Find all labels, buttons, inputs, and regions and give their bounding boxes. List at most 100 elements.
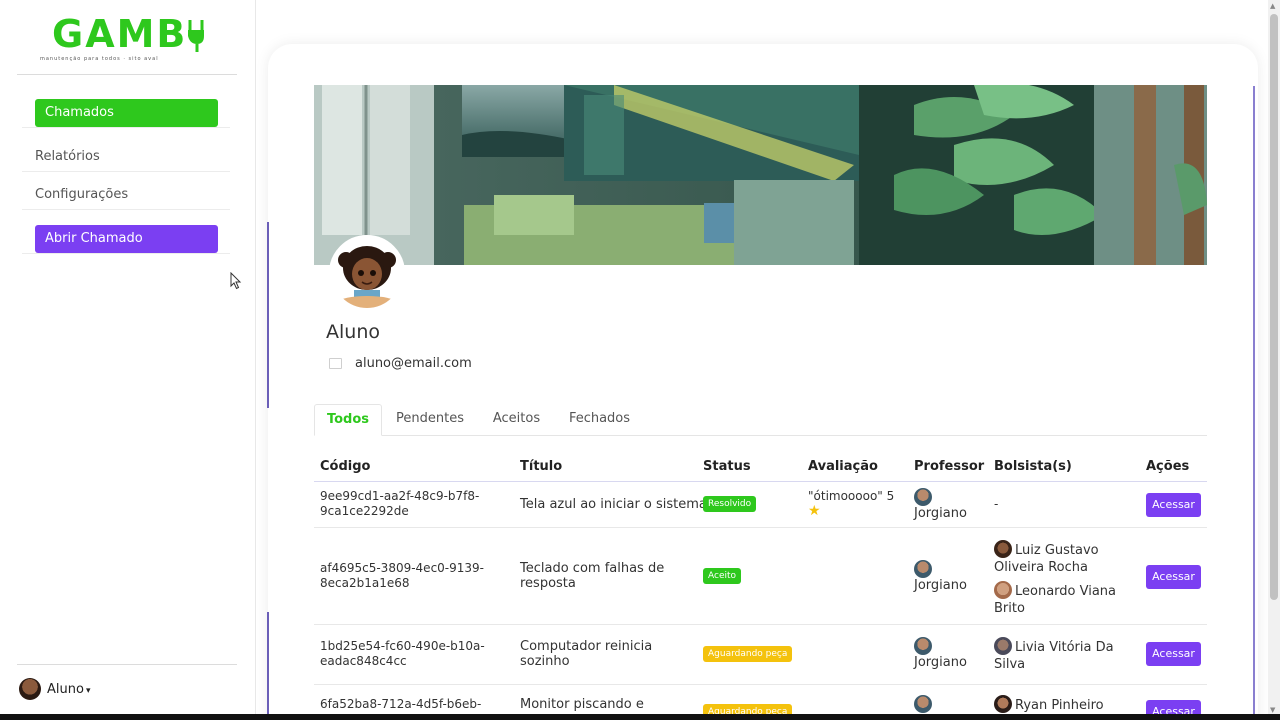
tab-aceitos[interactable]: Aceitos: [484, 404, 549, 436]
tab-pendentes[interactable]: Pendentes: [390, 404, 470, 436]
acessar-button[interactable]: Acessar: [1146, 642, 1201, 666]
sidebar-item-relatorios[interactable]: Relatórios: [22, 134, 230, 172]
title-line: sozinho: [520, 654, 570, 669]
acessar-button[interactable]: Acessar: [1146, 565, 1201, 589]
bolsista-name: Luiz Gustavo: [1015, 543, 1099, 558]
profile-avatar: [329, 235, 405, 311]
ticket-code: 6fa52ba8-712a-4d5f-b6eb-: [320, 697, 482, 711]
scroll-up-icon[interactable]: ▲: [1270, 2, 1275, 10]
ticket-code: 9ee99cd1-aa2f-48c9-b7f8- 9ca1ce2292de: [320, 489, 479, 519]
bolsista-name: Brito: [994, 601, 1025, 616]
divider: [17, 74, 237, 75]
status-badge: Resolvido: [703, 496, 757, 512]
profile-banner: [314, 85, 1207, 265]
sidebar-item-configuracoes[interactable]: Configurações: [22, 172, 230, 210]
mouse-cursor-icon: [230, 272, 242, 290]
star-icon: ★: [808, 503, 821, 519]
avatar: [994, 581, 1012, 599]
configuracoes-link[interactable]: Configurações: [35, 187, 128, 202]
avatar: [914, 637, 932, 655]
bolsista: Livia Vitória Da: [994, 637, 1114, 656]
col-professor: Professor: [914, 459, 985, 474]
status-badge: Aceito: [703, 568, 742, 584]
bolsista-name: Leonardo Viana: [1015, 584, 1117, 599]
professor: [914, 695, 935, 713]
bottom-edge: [0, 714, 1280, 720]
relatorios-link[interactable]: Relatórios: [35, 149, 100, 164]
sidebar: GAMB manutenção para todos · sito aval C…: [0, 0, 256, 720]
code-line: 1bd25e54-fc60-490e-b10a-: [320, 639, 485, 653]
rating-text: "ótimooooo" 5: [808, 489, 895, 503]
tab-fechados[interactable]: Fechados: [562, 404, 637, 436]
code-line: eadac848c4cc: [320, 654, 407, 668]
scroll-down-icon[interactable]: ▼: [1270, 706, 1275, 714]
professor: Jorgiano: [914, 637, 967, 670]
profile-email: aluno@email.com: [355, 356, 472, 371]
table-row: af4695c5-3809-4ec0-9139- 8eca2b1a1e68 Te…: [314, 528, 1207, 625]
acessar-button[interactable]: Acessar: [1146, 493, 1201, 517]
plug-icon: [188, 20, 204, 52]
mail-icon: [329, 358, 342, 369]
col-acoes: Ações: [1146, 459, 1190, 474]
professor: Jorgiano: [914, 488, 967, 521]
table-header: Código Título Status Avaliação Professor…: [314, 454, 1207, 482]
col-status: Status: [703, 459, 751, 474]
logo-text: GAMB: [52, 12, 188, 56]
decorative-line: [267, 222, 269, 408]
title-line: Teclado com falhas de: [520, 561, 665, 576]
ticket-title: Monitor piscando e: [520, 697, 644, 712]
title-line: resposta: [520, 576, 576, 591]
code-line: af4695c5-3809-4ec0-9139-: [320, 561, 484, 575]
professor: Jorgiano: [914, 560, 967, 593]
avatar: [19, 678, 41, 700]
table-row: 9ee99cd1-aa2f-48c9-b7f8- 9ca1ce2292de Te…: [314, 482, 1207, 528]
bolsistas: Livia Vitória Da Silva: [994, 637, 1114, 673]
rating: "ótimooooo" 5 ★: [808, 489, 894, 519]
scrollbar-thumb[interactable]: [1270, 14, 1278, 600]
ticket-title: Teclado com falhas de resposta: [520, 561, 664, 591]
col-titulo: Título: [520, 459, 563, 474]
profile-name: Aluno: [326, 321, 380, 343]
avatar: [994, 637, 1012, 655]
col-bolsistas: Bolsista(s): [994, 459, 1072, 474]
title-line: Computador reinicia: [520, 639, 653, 654]
avatar: [914, 488, 932, 506]
bolsista: Luiz Gustavo: [994, 540, 1116, 559]
bolsista: Ryan Pinheiro: [994, 695, 1104, 714]
code-line: 8eca2b1a1e68: [320, 576, 410, 590]
col-codigo: Código: [320, 459, 371, 474]
logo-tagline: manutenção para todos · sito aval: [40, 56, 159, 62]
decorative-line: [1253, 86, 1255, 720]
bolsista-name: Silva: [994, 657, 1026, 672]
ticket-filter-tabs: Todos Pendentes Aceitos Fechados: [314, 404, 1207, 436]
user-menu[interactable]: Aluno ▾: [17, 664, 237, 720]
avatar: [994, 695, 1012, 713]
sidebar-item-abrir-chamado[interactable]: Abrir Chamado: [22, 216, 230, 254]
bolsistas: Luiz Gustavo Oliveira Rocha Leonardo Via…: [994, 540, 1116, 617]
col-avaliacao: Avaliação: [808, 459, 878, 474]
ticket-title: Tela azul ao iniciar o sistema: [520, 497, 707, 512]
professor-name: Jorgiano: [914, 578, 967, 593]
bolsista-name: Ryan Pinheiro: [1015, 698, 1104, 713]
professor-name: Jorgiano: [914, 655, 967, 670]
bolsista: -: [994, 497, 999, 511]
chamados-button[interactable]: Chamados: [35, 99, 218, 127]
code-line: 9ee99cd1-aa2f-48c9-b7f8-: [320, 489, 480, 503]
gamb-logo[interactable]: GAMB manutenção para todos · sito aval: [40, 14, 210, 66]
professor-name: Jorgiano: [914, 506, 967, 521]
bolsista-name: Oliveira Rocha: [994, 560, 1088, 575]
ticket-code: 1bd25e54-fc60-490e-b10a- eadac848c4cc: [320, 639, 485, 669]
user-name: Aluno: [47, 682, 84, 697]
tab-todos[interactable]: Todos: [314, 404, 382, 436]
bolsista-name: Livia Vitória Da: [1015, 640, 1114, 655]
caret-down-icon: ▾: [85, 686, 91, 696]
ticket-code: af4695c5-3809-4ec0-9139- 8eca2b1a1e68: [320, 561, 484, 591]
table-row: 1bd25e54-fc60-490e-b10a- eadac848c4cc Co…: [314, 625, 1207, 685]
sidebar-item-chamados[interactable]: Chamados: [22, 90, 230, 128]
avatar: [994, 540, 1012, 558]
abrir-chamado-button[interactable]: Abrir Chamado: [35, 225, 218, 253]
user-name-dropdown[interactable]: Aluno ▾: [47, 682, 90, 697]
code-line: 9ca1ce2292de: [320, 504, 409, 518]
banner-image: [314, 85, 1207, 265]
avatar: [914, 560, 932, 578]
